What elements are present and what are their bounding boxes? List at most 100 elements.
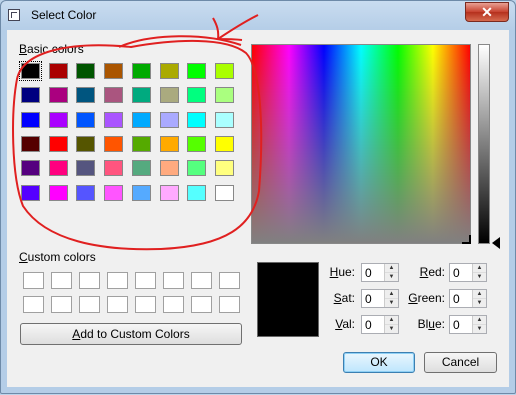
basic-color-swatch[interactable]	[21, 111, 40, 128]
spin-up-icon[interactable]: ▲	[473, 290, 486, 299]
spin-down-icon[interactable]: ▼	[473, 273, 486, 281]
spin-down-icon[interactable]: ▼	[385, 325, 398, 333]
custom-color-slot[interactable]	[51, 296, 72, 313]
basic-color-swatch[interactable]	[131, 63, 151, 79]
spin-down-icon[interactable]: ▼	[473, 325, 486, 333]
basic-color-swatch[interactable]	[104, 135, 124, 152]
custom-color-slot[interactable]	[135, 296, 156, 313]
custom-color-slot[interactable]	[135, 272, 156, 289]
spin-up-icon[interactable]: ▲	[473, 264, 486, 273]
custom-color-slot[interactable]	[219, 296, 240, 313]
spin-up-icon[interactable]: ▲	[473, 316, 486, 325]
add-to-custom-colors-button[interactable]: Add to Custom Colors	[20, 323, 242, 345]
spin-up-icon[interactable]: ▲	[385, 316, 398, 325]
basic-color-swatch[interactable]	[48, 63, 68, 79]
spin-up-icon[interactable]: ▲	[385, 290, 398, 299]
red-label: Red:	[419, 265, 445, 279]
hue-label: Hue:	[329, 265, 355, 279]
custom-color-slot[interactable]	[107, 296, 128, 313]
color-spectrum[interactable]	[251, 44, 471, 244]
basic-color-swatch[interactable]	[48, 111, 68, 128]
luminance-slider[interactable]	[478, 44, 490, 244]
basic-color-swatch[interactable]	[187, 160, 207, 177]
basic-color-swatch[interactable]	[187, 63, 207, 79]
basic-color-swatch[interactable]	[104, 111, 124, 128]
dialog-body: Basic colors Custom colors Add to Custom…	[7, 30, 509, 387]
basic-color-swatch[interactable]	[159, 184, 179, 201]
basic-color-swatch[interactable]	[187, 135, 207, 152]
spin-up-icon[interactable]: ▲	[385, 264, 398, 273]
basic-color-swatch[interactable]	[104, 87, 124, 104]
basic-color-swatch[interactable]	[76, 184, 96, 201]
custom-color-slot[interactable]	[163, 272, 184, 289]
custom-color-slot[interactable]	[191, 296, 212, 313]
spin-down-icon[interactable]: ▼	[385, 273, 398, 281]
sat-spinbox[interactable]: 0 ▲ ▼	[361, 289, 399, 308]
basic-color-swatch[interactable]	[76, 160, 96, 177]
basic-color-swatch[interactable]	[159, 111, 179, 128]
basic-color-swatch[interactable]	[48, 135, 68, 152]
custom-color-slot[interactable]	[219, 272, 240, 289]
basic-color-swatch[interactable]	[131, 135, 151, 152]
val-label: Val:	[335, 317, 355, 331]
custom-color-slot[interactable]	[79, 272, 100, 289]
title-bar[interactable]: Select Color ✕	[1, 1, 515, 29]
basic-color-swatch[interactable]	[187, 87, 207, 104]
spin-down-icon[interactable]: ▼	[473, 299, 486, 307]
basic-color-swatch[interactable]	[21, 87, 40, 104]
close-button[interactable]: ✕	[465, 2, 509, 22]
current-color-preview	[257, 262, 319, 337]
custom-color-slot[interactable]	[51, 272, 72, 289]
basic-color-swatch[interactable]	[214, 111, 234, 128]
basic-color-swatch[interactable]	[104, 160, 124, 177]
spectrum-crosshair[interactable]	[462, 235, 471, 244]
basic-color-swatch[interactable]	[214, 135, 234, 152]
basic-color-swatch[interactable]	[76, 87, 96, 104]
basic-color-swatch[interactable]	[21, 184, 40, 201]
luminance-arrow-icon[interactable]	[492, 237, 500, 249]
custom-colors-label: Custom colors	[19, 250, 96, 264]
basic-color-swatch[interactable]	[131, 184, 151, 201]
basic-color-swatch[interactable]	[104, 63, 124, 79]
basic-color-swatch[interactable]	[159, 160, 179, 177]
basic-color-swatch[interactable]	[19, 61, 42, 81]
basic-color-swatch[interactable]	[76, 135, 96, 152]
basic-color-swatch[interactable]	[21, 135, 40, 152]
basic-color-swatch[interactable]	[131, 87, 151, 104]
custom-color-slot[interactable]	[163, 296, 184, 313]
basic-color-swatch[interactable]	[131, 111, 151, 128]
basic-color-swatch[interactable]	[214, 63, 234, 79]
basic-color-swatch[interactable]	[76, 63, 96, 79]
basic-colors-label: Basic colors	[19, 42, 84, 56]
blue-spinbox[interactable]: 0 ▲ ▼	[449, 315, 487, 334]
spin-down-icon[interactable]: ▼	[385, 299, 398, 307]
val-spinbox[interactable]: 0 ▲ ▼	[361, 315, 399, 334]
basic-color-swatch[interactable]	[21, 160, 40, 177]
basic-color-swatch[interactable]	[187, 184, 207, 201]
basic-color-swatch[interactable]	[104, 184, 124, 201]
red-spinbox[interactable]: 0 ▲ ▼	[449, 263, 487, 282]
green-spinbox[interactable]: 0 ▲ ▼	[449, 289, 487, 308]
basic-color-swatch[interactable]	[159, 63, 179, 79]
custom-color-slot[interactable]	[191, 272, 212, 289]
basic-color-swatch[interactable]	[187, 111, 207, 128]
ok-button[interactable]: OK	[343, 352, 415, 373]
app-icon	[8, 9, 20, 21]
hue-spinbox[interactable]: 0 ▲ ▼	[361, 263, 399, 282]
basic-color-swatch[interactable]	[48, 160, 68, 177]
custom-color-slot[interactable]	[23, 272, 44, 289]
basic-color-swatch[interactable]	[214, 184, 234, 201]
basic-color-swatch[interactable]	[159, 87, 179, 104]
basic-color-swatch[interactable]	[48, 87, 68, 104]
custom-color-slot[interactable]	[23, 296, 44, 313]
basic-color-swatch[interactable]	[159, 135, 179, 152]
cancel-button[interactable]: Cancel	[424, 352, 497, 373]
basic-color-swatch[interactable]	[76, 111, 96, 128]
basic-color-swatch[interactable]	[131, 160, 151, 177]
window-title: Select Color	[31, 8, 97, 22]
basic-color-swatch[interactable]	[214, 87, 234, 104]
custom-color-slot[interactable]	[79, 296, 100, 313]
basic-color-swatch[interactable]	[48, 184, 68, 201]
custom-color-slot[interactable]	[107, 272, 128, 289]
basic-color-swatch[interactable]	[214, 160, 234, 177]
